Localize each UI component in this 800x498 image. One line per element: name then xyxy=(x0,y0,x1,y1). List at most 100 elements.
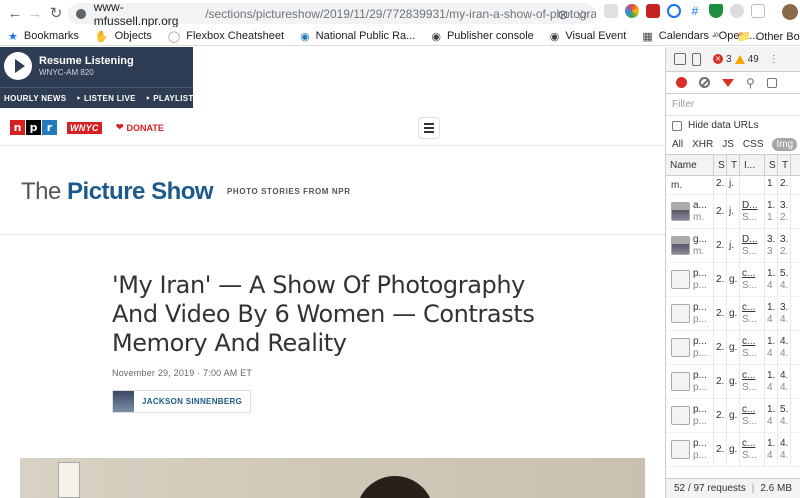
red-extension-icon[interactable] xyxy=(646,4,660,18)
size-cell: 1. 4 xyxy=(765,331,778,364)
network-row[interactable]: m. 2. j. 1 2. xyxy=(666,178,800,195)
name-cell: g... m. xyxy=(666,229,714,262)
hash-icon[interactable]: # xyxy=(688,4,702,18)
preserve-log-checkbox[interactable] xyxy=(766,77,777,88)
type-cell: g. xyxy=(727,433,740,466)
size-cell: 1. 4 xyxy=(765,399,778,432)
type-js[interactable]: JS xyxy=(722,139,734,150)
bookmark-star-icon[interactable]: ☆ xyxy=(576,7,588,23)
calendar-icon: ▦ xyxy=(642,30,653,43)
npr-logo[interactable]: n p r xyxy=(10,120,57,135)
name-cell: p... p... xyxy=(666,365,714,398)
record-icon[interactable] xyxy=(676,77,687,88)
clear-icon[interactable] xyxy=(699,77,710,88)
listen-live-link[interactable]: ‣ LISTEN LIVE xyxy=(76,94,135,103)
other-bookmarks[interactable]: 📁Other Bookm xyxy=(737,27,800,46)
filter-input[interactable]: Filter xyxy=(666,94,800,116)
donate-link[interactable]: ❤ DONATE xyxy=(116,122,164,133)
gear-icon[interactable] xyxy=(730,4,744,18)
blue-ring-icon[interactable] xyxy=(667,4,681,18)
wnyc-logo[interactable]: WNYC xyxy=(67,122,102,134)
globe-icon: ◉ xyxy=(431,30,441,43)
page-content: Resume Listening WNYC-AM 820 HOURLY NEWS… xyxy=(0,47,665,498)
type-cell: j. xyxy=(727,195,740,228)
bookmarks-overflow-button[interactable]: » xyxy=(713,29,719,41)
warning-count: 49 xyxy=(747,53,759,65)
devtools-toolbar: ✕ 3 49 ⋮ xyxy=(666,47,800,72)
type-xhr[interactable]: XHR xyxy=(692,139,713,150)
request-count: 52 / 97 requests xyxy=(674,483,746,494)
playlist-link[interactable]: ‣ PLAYLIST xyxy=(146,94,194,103)
forward-arrow-icon[interactable]: → xyxy=(24,2,46,24)
page-icon[interactable] xyxy=(751,4,765,18)
column-name[interactable]: Name xyxy=(666,154,714,176)
reload-icon[interactable]: ↻ xyxy=(45,2,67,24)
hide-data-urls-option[interactable]: Hide data URLs xyxy=(666,116,800,135)
type-img[interactable]: Img xyxy=(772,138,798,151)
network-row[interactable]: g... m. 2. j. D... S... 3. 3 3. 2. xyxy=(666,229,800,263)
type-cell: g. xyxy=(727,365,740,398)
profile-avatar[interactable] xyxy=(782,4,798,20)
back-arrow-icon[interactable]: ← xyxy=(4,2,26,24)
section-title[interactable]: The Picture Show xyxy=(21,178,214,206)
type-cell: g. xyxy=(727,399,740,432)
size-cell: 1. 4 xyxy=(765,263,778,296)
bookmark-item[interactable]: ◉ Visual Event xyxy=(550,30,627,43)
name-cell: a... m. xyxy=(666,195,714,228)
site-info-icon[interactable] xyxy=(76,8,86,19)
time-cell: 5. 4. xyxy=(778,263,791,296)
extension-icon[interactable] xyxy=(604,4,618,18)
status-cell: 2. xyxy=(714,229,727,262)
type-css[interactable]: CSS xyxy=(743,139,764,150)
url-host: www-mfussell.npr.org xyxy=(93,0,179,28)
play-button[interactable] xyxy=(4,52,32,80)
network-row[interactable]: p... p... 2. g. c... S... 1. 4 4. 4. xyxy=(666,331,800,365)
column-status[interactable]: S xyxy=(714,154,727,176)
network-row[interactable]: p... p... 2. g. c... S... 1. 4 4. 4. xyxy=(666,433,800,467)
status-cell: 2. xyxy=(714,399,727,432)
npr-circle-icon: ◉ xyxy=(300,30,310,43)
bookmark-item[interactable]: ◉ National Public Ra... xyxy=(300,30,415,43)
time-cell: 3. 2. xyxy=(778,195,791,228)
player-title[interactable]: Resume Listening xyxy=(39,55,134,67)
folder-icon: 📁 xyxy=(737,31,751,43)
type-cell: g. xyxy=(727,297,740,330)
time-cell: 5. 4. xyxy=(778,399,791,432)
type-all[interactable]: All xyxy=(672,139,683,150)
filter-funnel-icon[interactable] xyxy=(722,78,734,87)
transfer-size: 2.6 MB xyxy=(760,483,793,494)
network-row[interactable]: p... p... 2. g. c... S... 1. 4 4. 4. xyxy=(666,365,800,399)
column-initiator[interactable]: I... xyxy=(740,154,765,176)
column-time[interactable]: T xyxy=(778,154,791,176)
status-cell: 2. xyxy=(714,331,727,364)
menu-button[interactable] xyxy=(418,117,440,139)
network-row[interactable]: p... p... 2. g. c... S... 1. 4 5. 4. xyxy=(666,399,800,433)
heart-icon: ❤ xyxy=(116,122,124,132)
bookmark-item[interactable]: ★ Bookmarks xyxy=(8,30,79,43)
image-thumbnail xyxy=(671,236,690,255)
image-thumbnail xyxy=(671,270,690,289)
network-row[interactable]: p... p... 2. g. c... S... 1. 4 3. 4. xyxy=(666,297,800,331)
network-row[interactable]: p... p... 2. g. c... S... 1. 4 5. 4. xyxy=(666,263,800,297)
block-icon[interactable]: ⊘ xyxy=(557,7,568,23)
bookmark-item[interactable]: ◯ Flexbox Cheatsheet xyxy=(168,30,284,43)
hourly-news-link[interactable]: HOURLY NEWS xyxy=(4,94,66,103)
hide-data-urls-checkbox[interactable] xyxy=(672,120,682,131)
more-tools-icon[interactable]: ⋮ xyxy=(769,54,779,65)
column-size[interactable]: S xyxy=(765,154,778,176)
name-cell: p... p... xyxy=(666,331,714,364)
search-icon[interactable]: ⚲ xyxy=(746,76,755,90)
inspect-element-icon[interactable] xyxy=(674,53,686,65)
resource-type-filter: All XHR JS CSS Img xyxy=(666,135,800,155)
column-type[interactable]: T xyxy=(727,154,740,176)
bookmark-item[interactable]: ◉ Publisher console xyxy=(431,30,533,43)
shield-icon[interactable] xyxy=(709,4,723,18)
color-wheel-icon[interactable] xyxy=(625,4,639,18)
device-toggle-icon[interactable] xyxy=(692,52,701,66)
address-bar[interactable]: www-mfussell.npr.org /sections/picturesh… xyxy=(68,0,596,28)
console-counts[interactable]: ✕ 3 49 xyxy=(713,54,759,65)
bookmark-item[interactable]: ✋ Objects xyxy=(95,30,152,43)
network-row[interactable]: a... m. 2. j. D... S... 1. 1 3. 2. xyxy=(666,195,800,229)
author-byline[interactable]: JACKSON SINNENBERG xyxy=(112,390,252,413)
size-cell: 1. 4 xyxy=(765,365,778,398)
